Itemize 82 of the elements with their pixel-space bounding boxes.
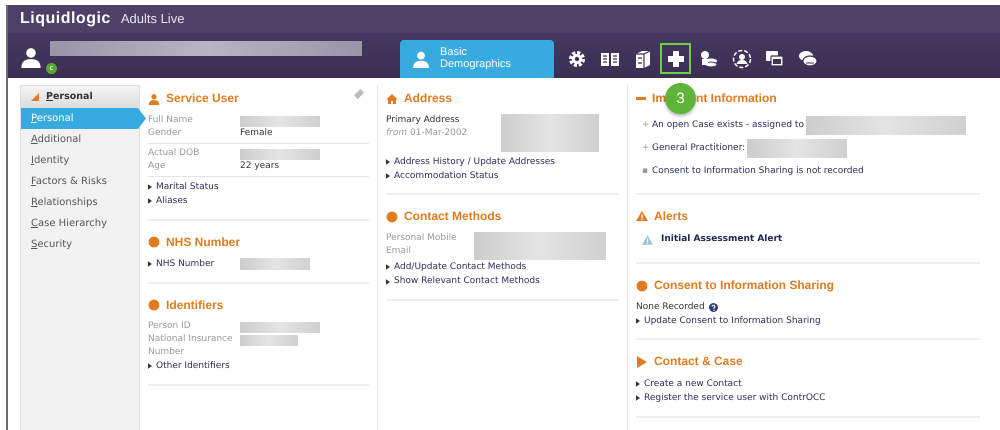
status-text: None Recorded [636,300,705,314]
help-icon [708,302,718,312]
link[interactable]: Marital Status [148,180,219,194]
section-title: Alerts [654,208,688,224]
section-title: Consent to Information Sharing [654,278,834,294]
plus-icon [666,48,686,68]
sidebar-item[interactable]: Factors & Risks [21,171,133,192]
info-text: An open Case exists - assigned to [652,118,804,132]
chat-icon [798,48,818,68]
field-label: National Insurance Number [148,333,234,360]
warning-icon [636,210,648,222]
info-text: Consent to Information Sharing is not recorded [652,164,864,178]
triangle-icon [636,356,648,368]
caret-icon [636,318,640,324]
field-value: 22 years [240,160,280,173]
field-label: Actual DOB [148,146,200,160]
caret-icon [148,363,152,370]
field-label: Personal Mobile [386,232,458,245]
avatar-icon [20,45,42,69]
callout-badge: 3 [665,82,696,114]
toolbar-button[interactable] [660,43,691,74]
info-text: General Practitioner: [652,142,746,155]
person-icon [148,92,160,105]
field-label: Primary Address [386,114,460,127]
section-title: Address [404,91,452,107]
field-label: Gender [148,126,182,140]
alert-link[interactable]: Initial Assessment Alert [661,233,782,246]
field-label: Age [148,160,166,173]
caret-icon [148,184,152,190]
link[interactable]: Address History / Update Addresses [386,154,555,169]
section-title: Contact & Case [654,354,743,370]
section-title: Service User [166,91,239,107]
caret-icon [386,264,390,270]
section-title-fragment: Im [652,91,666,107]
caret-icon [386,158,390,165]
sidebar-item[interactable]: Identity [21,150,133,171]
warning-icon [642,234,653,245]
dot-icon [148,236,160,248]
bullet-icon: ▪ [642,164,652,178]
settings-icon [566,48,586,68]
link[interactable]: NHS Number [148,257,214,272]
link[interactable]: Register the service user with ContrOCC [636,391,826,406]
sidebar-item[interactable]: Additional [21,129,133,150]
section-title: Identifiers [166,298,224,314]
environment-label: Adults Live [120,10,184,28]
caret-icon [636,395,640,402]
link[interactable]: Aliases [148,194,188,209]
link[interactable]: Create a new Contact [636,376,742,392]
person-icon [732,48,752,68]
link[interactable]: Show Relevant Contact Methods [386,274,540,289]
coins-icon [698,48,718,68]
dot-icon [636,280,648,292]
section-title-fragment: nt Information [696,91,777,107]
windows-icon [764,48,784,68]
caret-icon [31,93,39,101]
field-label: Email [386,245,412,258]
section-title: Contact Methods [404,209,502,225]
link[interactable]: Update Consent to Information Sharing [636,314,821,328]
brand-logo: Liquidlogic [20,9,111,30]
link[interactable]: Accommodation Status [386,168,498,184]
caret-icon [148,261,152,268]
dot-icon [386,211,398,224]
link[interactable]: Other Identifiers [148,359,230,374]
section-title: NHS Number [166,234,240,250]
bullet-icon: + [642,118,652,132]
field-label: Person ID [148,320,192,334]
home-icon [386,92,398,105]
field-sublabel: from 01-Mar-2002 [386,126,468,140]
sidebar-item[interactable]: Security [21,234,133,255]
caret-icon [148,198,152,204]
dot-icon [148,299,160,312]
person-icon [412,50,430,68]
link[interactable]: Add/Update Contact Methods [386,260,526,274]
caret-icon [386,278,390,285]
field-label: Full Name [148,114,194,127]
minus-icon [636,97,646,100]
caret-icon [636,381,640,388]
field-value: Female [240,126,273,140]
caret-icon [386,173,390,180]
sidebar-item[interactable]: Case Hierarchy [21,213,133,234]
sidebar-item[interactable]: Relationships [21,192,133,213]
bullet-icon: + [642,142,652,155]
